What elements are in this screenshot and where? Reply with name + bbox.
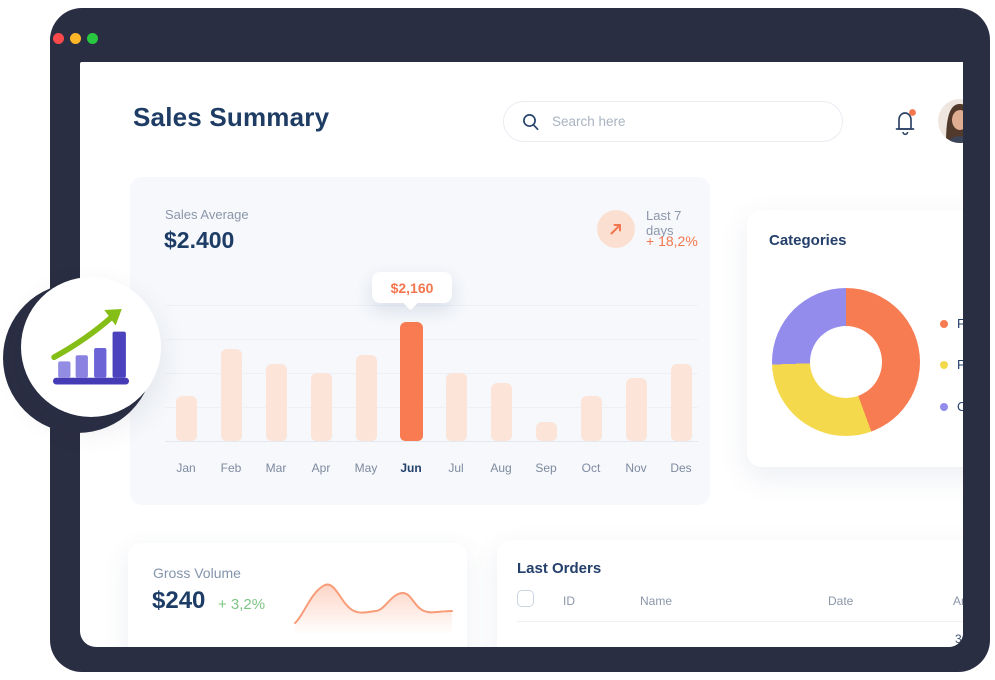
search-bar[interactable]	[503, 101, 843, 142]
chart-bar-oct[interactable]	[581, 396, 602, 441]
month-label-may: May	[343, 461, 389, 475]
legend-item-2: Pr	[940, 357, 963, 372]
gross-volume-label: Gross Volume	[153, 565, 241, 581]
last-orders-title: Last Orders	[517, 560, 601, 577]
month-label-jun: Jun	[388, 461, 434, 475]
traffic-lights	[53, 33, 98, 44]
search-icon	[522, 113, 540, 131]
user-avatar[interactable]	[938, 99, 963, 143]
gridline	[165, 407, 698, 408]
gross-volume-change: + 3,2%	[218, 596, 265, 613]
gridline	[165, 339, 698, 340]
growth-chart-icon	[49, 308, 133, 386]
month-label-aug: Aug	[478, 461, 524, 475]
chart-bar-jul[interactable]	[446, 373, 467, 441]
month-label-mar: Mar	[253, 461, 299, 475]
chart-bar-nov[interactable]	[626, 378, 647, 441]
legend-item-1: Fu	[940, 316, 963, 331]
column-header-id: ID	[563, 594, 575, 608]
month-label-sep: Sep	[523, 461, 569, 475]
growth-badge	[21, 277, 161, 417]
gross-volume-value: $240	[152, 587, 205, 615]
legend-dot	[940, 320, 948, 328]
month-label-jul: Jul	[433, 461, 479, 475]
page-title: Sales Summary	[133, 102, 329, 133]
column-header-am: Am	[953, 594, 963, 608]
categories-title: Categories	[769, 232, 847, 249]
page: Sales Summary Sales Aver	[0, 0, 995, 680]
gross-volume-card: Gross Volume $240 + 3,2%	[128, 543, 467, 647]
chart-bar-apr[interactable]	[311, 373, 332, 441]
chart-bar-may[interactable]	[356, 355, 377, 441]
last-orders-card: Last Orders ID Name Date Am 3	[497, 540, 963, 647]
column-header-name: Name	[640, 594, 672, 608]
notification-bell-icon[interactable]	[890, 106, 920, 140]
notification-badge	[909, 109, 916, 116]
table-divider	[517, 621, 963, 622]
app-window: Sales Summary Sales Aver	[80, 62, 963, 647]
legend-label: Fu	[957, 316, 963, 331]
sparkline-chart	[291, 569, 456, 635]
month-label-des: Des	[658, 461, 704, 475]
gridline	[165, 373, 698, 374]
bar-tooltip: $2,160	[372, 272, 452, 303]
gridline	[165, 305, 698, 306]
chart-bar-feb[interactable]	[221, 349, 242, 441]
column-header-date: Date	[828, 594, 853, 608]
table-partial-cell: 3	[955, 632, 962, 646]
period-change: + 18,2%	[646, 233, 698, 249]
chart-baseline	[165, 441, 698, 442]
month-label-nov: Nov	[613, 461, 659, 475]
select-all-checkbox[interactable]	[517, 590, 534, 607]
sales-average-value: $2.400	[164, 227, 234, 254]
donut-hole	[810, 326, 882, 398]
legend-label: O	[957, 399, 963, 414]
trend-up-badge	[597, 210, 635, 248]
minimize-window-dot[interactable]	[70, 33, 81, 44]
sales-average-card: Sales Average $2.400 Last 7 days + 18,2%…	[130, 177, 710, 505]
arrow-up-right-icon	[607, 220, 625, 238]
search-input[interactable]	[552, 114, 828, 129]
month-label-feb: Feb	[208, 461, 254, 475]
sales-average-label: Sales Average	[165, 207, 249, 222]
legend-item-3: O	[940, 399, 963, 414]
legend-label: Pr	[957, 357, 963, 372]
month-label-apr: Apr	[298, 461, 344, 475]
month-label-jan: Jan	[163, 461, 209, 475]
close-window-dot[interactable]	[53, 33, 64, 44]
chart-bar-mar[interactable]	[266, 364, 287, 441]
chart-bar-sep[interactable]	[536, 422, 557, 441]
legend-dot	[940, 403, 948, 411]
chart-bar-jun[interactable]	[400, 322, 423, 441]
chart-bar-jan[interactable]	[176, 396, 197, 441]
chart-bar-aug[interactable]	[491, 383, 512, 441]
legend-dot	[940, 361, 948, 369]
categories-card: Categories Fu Pr O	[747, 210, 963, 467]
maximize-window-dot[interactable]	[87, 33, 98, 44]
month-label-oct: Oct	[568, 461, 614, 475]
chart-bar-des[interactable]	[671, 364, 692, 441]
